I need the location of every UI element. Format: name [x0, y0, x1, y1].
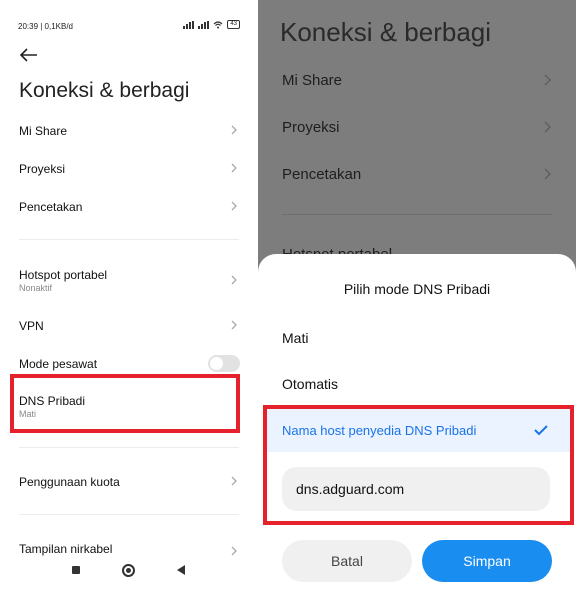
settings-item-proyeksi[interactable]: Proyeksi	[0, 156, 258, 180]
page-title: Koneksi & berbagi	[19, 79, 190, 102]
recents-icon[interactable]	[72, 566, 80, 574]
airplane-mode-toggle[interactable]	[208, 355, 240, 372]
chevron-right-icon	[231, 476, 237, 486]
settings-item-label: Proyeksi	[282, 119, 340, 136]
dns-mode-dialog: Pilih mode DNS Pribadi Mati Otomatis Nam…	[258, 254, 576, 600]
settings-item-label: Mi Share	[19, 124, 68, 138]
cancel-button[interactable]: Batal	[282, 540, 412, 582]
chevron-right-icon	[544, 74, 551, 86]
chevron-right-icon	[231, 546, 237, 556]
signal-icon	[183, 20, 195, 29]
status-time: 20:39 | 0,1KB/d	[18, 22, 74, 31]
settings-item-label: Tampilan nirkabel	[19, 542, 113, 556]
chevron-right-icon	[544, 121, 551, 133]
chevron-right-icon	[231, 201, 237, 211]
settings-item-mi-share[interactable]: Mi Share	[258, 70, 576, 92]
settings-item-label: Penggunaan kuota	[19, 475, 120, 489]
settings-item-mi-share[interactable]: Mi Share	[0, 118, 258, 142]
divider	[19, 239, 239, 240]
settings-item-label: Pencetakan	[282, 166, 362, 183]
navigation-bar	[0, 556, 258, 588]
home-icon[interactable]	[122, 564, 135, 577]
settings-item-proyeksi[interactable]: Proyeksi	[258, 117, 576, 139]
back-triangle-icon[interactable]	[177, 565, 185, 575]
check-icon	[534, 425, 548, 436]
chevron-right-icon	[231, 320, 237, 330]
settings-item-pencetakan[interactable]: Pencetakan	[0, 194, 258, 218]
chevron-right-icon	[231, 163, 237, 173]
dns-option-hostname[interactable]: Nama host penyedia DNS Pribadi	[282, 423, 476, 438]
back-arrow-icon[interactable]	[17, 45, 39, 65]
divider	[282, 214, 552, 215]
settings-item-vpn[interactable]: VPN	[0, 313, 258, 337]
settings-item-dns-pribadi[interactable]: DNS Pribadi Mati	[0, 388, 258, 422]
settings-item-status: Nonaktif	[19, 283, 53, 293]
settings-item-hotspot[interactable]: Hotspot portabel Nonaktif	[0, 262, 258, 296]
settings-item-pencetakan[interactable]: Pencetakan	[258, 164, 576, 186]
signal-icon-2	[198, 20, 210, 29]
divider	[19, 514, 239, 515]
left-settings-screen: 20:39 | 0,1KB/d 43 Koneksi & berbagi Mi …	[0, 0, 258, 600]
dns-option-off[interactable]: Mati	[282, 330, 308, 346]
settings-item-data-usage[interactable]: Penggunaan kuota	[0, 469, 258, 493]
dialog-title: Pilih mode DNS Pribadi	[343, 281, 491, 297]
save-button[interactable]: Simpan	[422, 540, 552, 582]
settings-item-label: Hotspot portabel	[19, 268, 108, 282]
chevron-right-icon	[231, 125, 237, 135]
settings-item-label: VPN	[19, 319, 44, 333]
dns-hostname-input[interactable]: dns.adguard.com	[282, 467, 550, 511]
status-icons: 43	[183, 20, 240, 29]
right-dns-dialog-screen: Koneksi & berbagi Mi Share Proyeksi Penc…	[258, 0, 576, 600]
settings-item-airplane-mode: Mode pesawat	[0, 351, 258, 375]
settings-item-label: Mode pesawat	[19, 357, 98, 371]
page-title: Koneksi & berbagi	[280, 17, 492, 47]
settings-item-label: Mi Share	[282, 72, 343, 89]
settings-item-status: Mati	[19, 409, 37, 419]
chevron-right-icon	[231, 275, 237, 285]
dns-option-automatic[interactable]: Otomatis	[282, 376, 338, 392]
wifi-icon	[213, 20, 223, 28]
status-bar: 20:39 | 0,1KB/d 43	[0, 0, 258, 40]
settings-item-label: Proyeksi	[19, 162, 66, 176]
settings-item-label: DNS Pribadi	[19, 394, 86, 408]
divider	[19, 447, 239, 448]
chevron-right-icon	[544, 168, 551, 180]
battery-icon: 43	[227, 20, 240, 29]
settings-item-label: Pencetakan	[19, 200, 83, 214]
